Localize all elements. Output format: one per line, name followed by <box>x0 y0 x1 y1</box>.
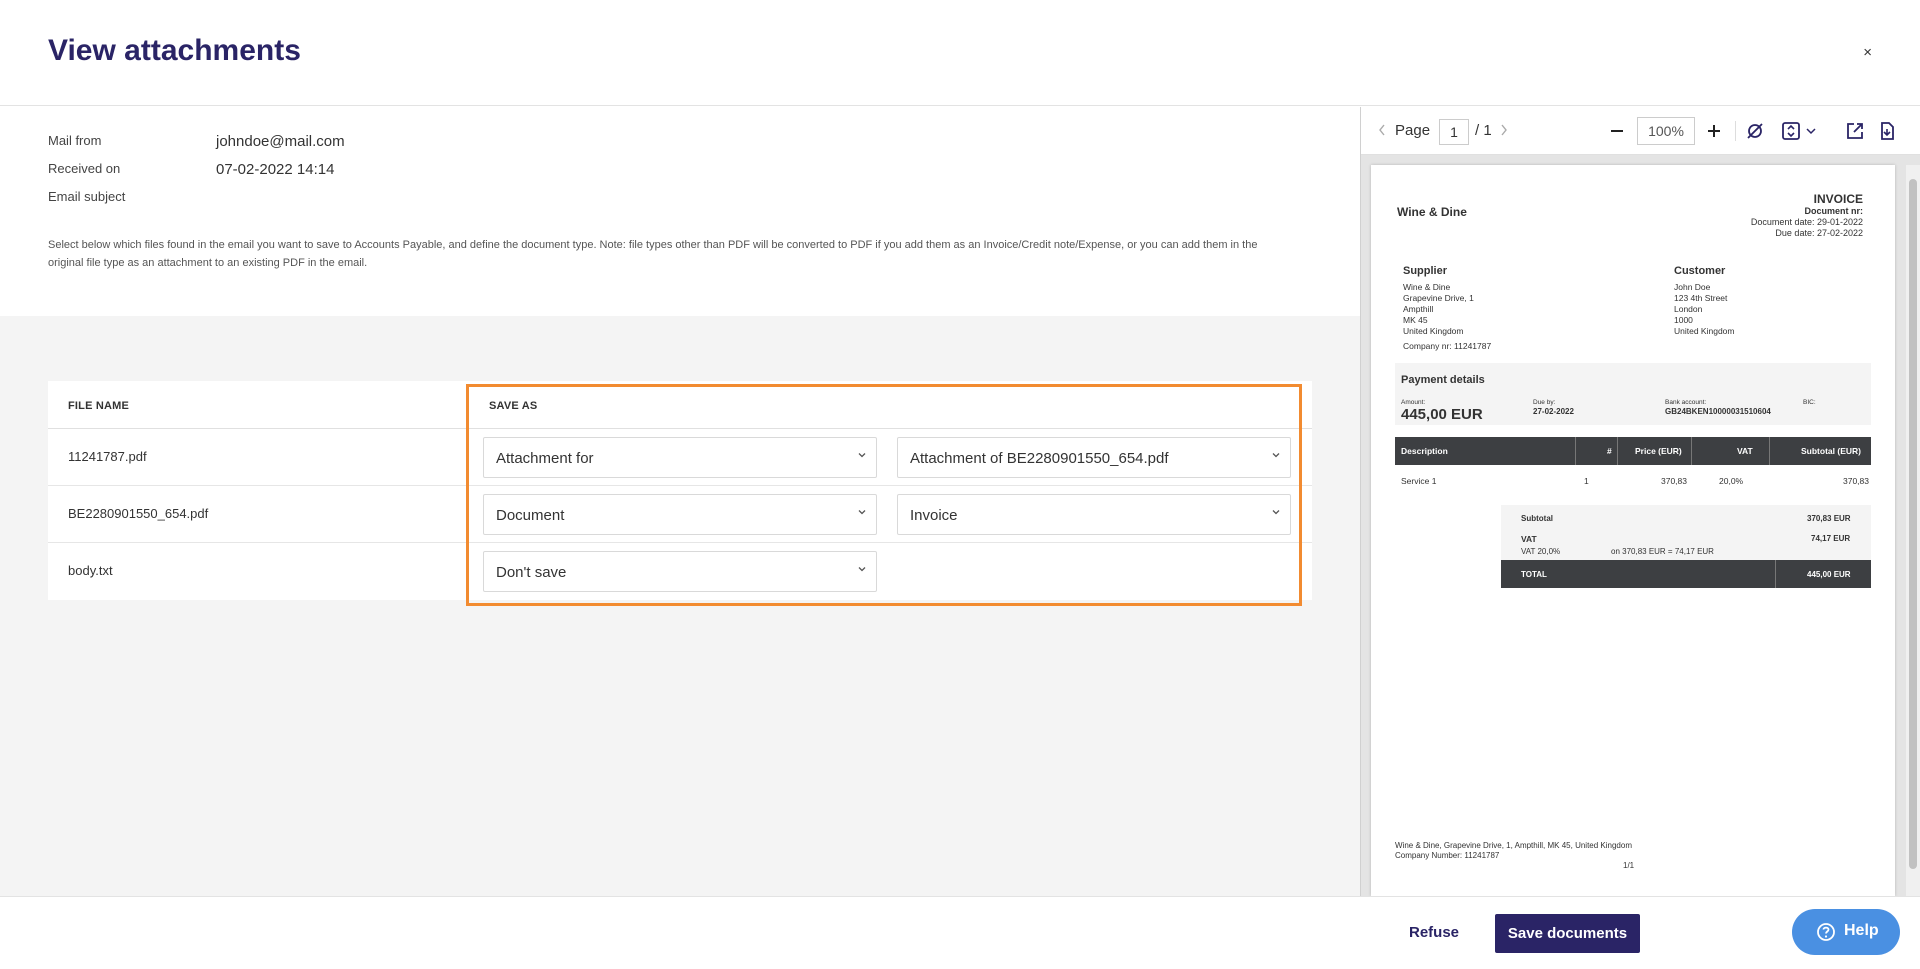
fit-page-icon[interactable] <box>1781 121 1801 141</box>
open-external-icon[interactable] <box>1845 121 1865 141</box>
line-qty: 1 <box>1584 476 1589 486</box>
vat-calc: on 370,83 EUR = 74,17 EUR <box>1611 547 1714 556</box>
instructions-text: Select below which files found in the em… <box>48 239 1258 269</box>
payment-label: Payment details <box>1401 374 1485 386</box>
customer-address: John Doe 123 4th Street London 1000 Unit… <box>1674 282 1735 336</box>
download-file-icon[interactable] <box>1877 121 1897 141</box>
mail-from-value: johndoe@mail.com <box>216 133 345 150</box>
supplier-address: Wine & Dine Grapevine Drive, 1 Ampthill … <box>1403 282 1474 336</box>
line-subtotal: 370,83 <box>1843 476 1869 486</box>
dialog-header: View attachments × <box>0 0 1920 106</box>
file-name: BE2280901550_654.pdf <box>68 506 209 521</box>
question-icon <box>1817 923 1835 941</box>
doc-footer-address: Wine & Dine, Grapevine Drive, 1, Ampthil… <box>1395 841 1632 850</box>
doc-company: Wine & Dine <box>1397 205 1467 219</box>
select-value: Attachment for <box>496 450 594 467</box>
table-row: 11241787.pdf Attachment for Attachment o… <box>48 429 1312 486</box>
select-value: Invoice <box>910 507 958 524</box>
vat-rate: VAT 20,0% <box>1521 547 1561 556</box>
company-nr: Company nr: 11241787 <box>1403 341 1492 351</box>
chevron-down-icon <box>1272 453 1280 458</box>
scrollbar-thumb[interactable] <box>1909 179 1917 869</box>
save-as-select[interactable]: Attachment for <box>483 437 877 478</box>
bic-label: BIC: <box>1803 399 1816 406</box>
amount-label: Amount: <box>1401 399 1426 406</box>
table-row: body.txt Don't save <box>48 543 1312 600</box>
table-row: BE2280901550_654.pdf Document Invoice <box>48 486 1312 543</box>
page-total: / 1 <box>1475 122 1492 139</box>
pdf-page: Wine & Dine INVOICE Document nr: Documen… <box>1371 165 1895 896</box>
line-price: 370,83 <box>1661 476 1687 486</box>
document-type-select[interactable]: Invoice <box>897 494 1291 535</box>
table-header: FILE NAME SAVE AS <box>48 381 1312 429</box>
subtotal-label: Subtotal <box>1521 514 1553 523</box>
doc-nr: Document nr: <box>1804 206 1864 216</box>
page-title: View attachments <box>48 34 301 67</box>
select-value: Document <box>496 507 565 524</box>
zoom-in-icon[interactable] <box>1704 121 1724 141</box>
doc-title: INVOICE <box>1813 192 1863 206</box>
page-label: Page <box>1395 122 1431 139</box>
toolbar-divider <box>1735 121 1736 141</box>
doc-date: Document date: 29-01-2022 <box>1750 217 1863 227</box>
chevron-left-icon[interactable] <box>1377 123 1387 137</box>
help-label: Help <box>1844 922 1879 939</box>
zoom-input[interactable]: 100% <box>1637 117 1695 145</box>
zoom-out-icon[interactable] <box>1607 121 1627 141</box>
total-row: TOTAL 445,00 EUR <box>1501 560 1871 588</box>
select-value: Attachment of BE2280901550_654.pdf <box>910 450 1169 467</box>
save-as-select[interactable]: Don't save <box>483 551 877 592</box>
received-value: 07-02-2022 14:14 <box>216 161 335 178</box>
no-annotation-icon[interactable] <box>1745 121 1765 141</box>
due-by-label: Due by: <box>1533 399 1556 406</box>
due-by-value: 27-02-2022 <box>1533 407 1574 416</box>
chevron-down-icon <box>858 510 866 515</box>
col-save-as: SAVE AS <box>489 400 538 412</box>
chevron-down-icon <box>858 567 866 572</box>
mail-from-label: Mail from <box>48 133 102 148</box>
subtotal-value: 370,83 EUR <box>1807 514 1851 523</box>
line-vat: 20,0% <box>1719 476 1744 486</box>
bank-label: Bank account: <box>1665 399 1707 406</box>
attachments-panel: Mail from johndoe@mail.com Received on 0… <box>0 107 1360 896</box>
vat-value: 74,17 EUR <box>1811 534 1851 543</box>
file-name: 11241787.pdf <box>68 449 147 464</box>
chevron-right-icon[interactable] <box>1499 123 1509 137</box>
chevron-down-icon <box>1272 510 1280 515</box>
attachment-target-select[interactable]: Attachment of BE2280901550_654.pdf <box>897 437 1291 478</box>
page-input[interactable]: 1 <box>1439 119 1469 145</box>
supplier-label: Supplier <box>1403 265 1448 277</box>
viewer-scrollbar[interactable] <box>1906 165 1920 897</box>
refuse-button[interactable]: Refuse <box>1409 924 1459 941</box>
amount-value: 445,00 EUR <box>1401 406 1483 423</box>
viewer-toolbar: Page 1 / 1 100% <box>1361 107 1920 155</box>
chevron-down-icon[interactable] <box>1805 121 1817 141</box>
save-documents-button[interactable]: Save documents <box>1495 914 1640 953</box>
doc-due-date: Due date: 27-02-2022 <box>1775 228 1863 238</box>
email-meta: Mail from johndoe@mail.com Received on 0… <box>0 107 1360 316</box>
file-name: body.txt <box>68 563 113 578</box>
chevron-down-icon <box>858 453 866 458</box>
bank-value: GB24BKEN10000031510604 <box>1665 407 1771 416</box>
customer-label: Customer <box>1674 265 1726 277</box>
attachments-table: FILE NAME SAVE AS 11241787.pdf Attachmen… <box>48 381 1312 600</box>
save-as-select[interactable]: Document <box>483 494 877 535</box>
doc-footer-company: Company Number: 11241787 <box>1395 851 1500 860</box>
pdf-viewer: Page 1 / 1 100% Wine & Dine INVOICE Docu… <box>1360 107 1920 897</box>
select-value: Don't save <box>496 564 567 581</box>
dialog-footer: Refuse Save documents Help <box>0 896 1920 969</box>
received-label: Received on <box>48 161 121 176</box>
help-button[interactable]: Help <box>1792 909 1900 955</box>
line-items-header: Description # Price (EUR) VAT Subtotal (… <box>1395 437 1871 465</box>
doc-footer-page: 1/1 <box>1623 861 1635 870</box>
close-icon[interactable]: × <box>1863 44 1872 61</box>
line-desc: Service 1 <box>1401 476 1437 486</box>
vat-label: VAT <box>1521 534 1537 544</box>
subject-label: Email subject <box>48 189 126 204</box>
col-file-name: FILE NAME <box>68 400 130 412</box>
